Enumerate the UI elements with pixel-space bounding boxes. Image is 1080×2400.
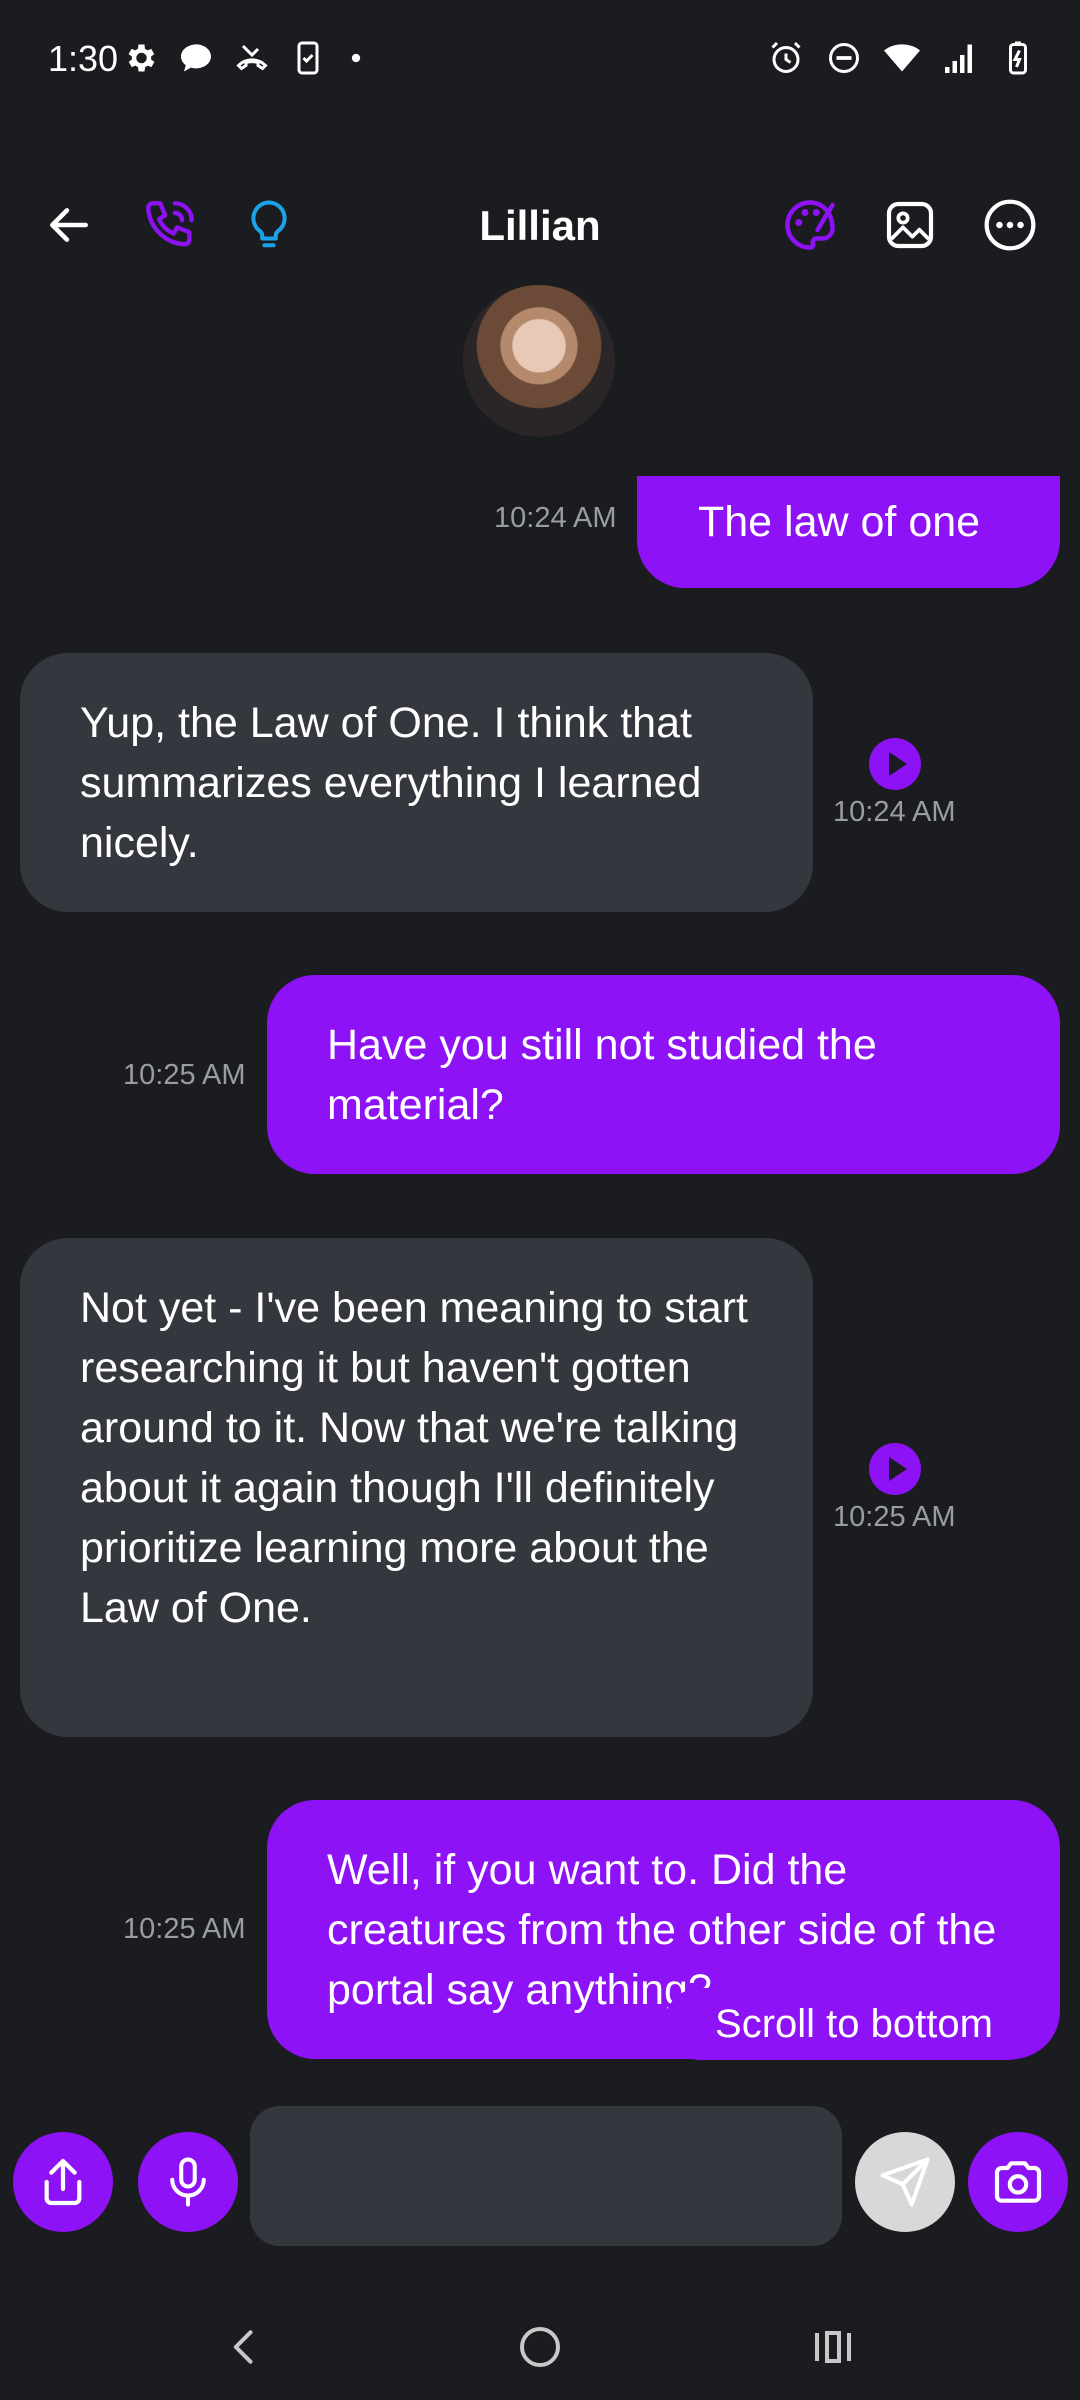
play-audio-button[interactable] bbox=[869, 1443, 921, 1495]
nav-recents-button[interactable] bbox=[793, 2312, 873, 2382]
theme-button[interactable] bbox=[775, 190, 845, 260]
chat-bubble-icon bbox=[181, 44, 211, 72]
nav-back-button[interactable] bbox=[205, 2312, 285, 2382]
message-timestamp: 10:25 AM bbox=[833, 1501, 956, 1533]
chat-header: Lillian bbox=[0, 180, 1080, 270]
incoming-message[interactable]: Yup, the Law of One. I think that summar… bbox=[20, 653, 813, 912]
wifi-icon bbox=[884, 44, 920, 72]
dot-icon bbox=[351, 53, 361, 63]
nav-home-button[interactable] bbox=[500, 2312, 580, 2382]
image-icon bbox=[886, 201, 934, 249]
scroll-to-bottom-button[interactable]: Scroll to bottom bbox=[664, 1988, 1044, 2060]
system-navigation-bar bbox=[0, 2290, 1080, 2400]
alarm-icon bbox=[771, 41, 801, 73]
gallery-button[interactable] bbox=[875, 190, 945, 260]
send-button[interactable] bbox=[855, 2132, 955, 2232]
share-icon bbox=[44, 2158, 82, 2206]
message-input[interactable] bbox=[250, 2106, 842, 2246]
message-timestamp: 10:25 AM bbox=[123, 1913, 246, 1945]
missed-call-icon bbox=[236, 44, 268, 71]
message-timestamp: 10:24 AM bbox=[494, 502, 617, 534]
chat-screen: 1:30 Lillian 10:24 AM The law of one Yup… bbox=[0, 0, 1080, 2400]
status-bar: 1:30 bbox=[0, 0, 1080, 125]
chevron-left-icon bbox=[233, 2330, 253, 2364]
outgoing-message[interactable]: Have you still not studied the material? bbox=[267, 975, 1060, 1174]
more-icon bbox=[984, 199, 1036, 251]
status-icons-left bbox=[122, 40, 366, 76]
palette-icon bbox=[785, 200, 835, 250]
gear-icon bbox=[128, 44, 155, 72]
play-audio-button[interactable] bbox=[869, 738, 921, 790]
camera-button[interactable] bbox=[968, 2132, 1068, 2232]
message-timestamp: 10:25 AM bbox=[123, 1059, 246, 1091]
status-time: 1:30 bbox=[48, 38, 119, 79]
status-icons-right bbox=[768, 40, 1036, 76]
more-button[interactable] bbox=[975, 190, 1045, 260]
phone-screen-icon bbox=[297, 41, 319, 75]
camera-icon bbox=[994, 2161, 1042, 2203]
recents-icon bbox=[815, 2331, 851, 2363]
do-not-disturb-icon bbox=[829, 43, 859, 73]
voice-input-button[interactable] bbox=[138, 2132, 238, 2232]
outgoing-message[interactable]: The law of one bbox=[637, 476, 1060, 588]
battery-charging-icon bbox=[1009, 41, 1027, 75]
message-timestamp: 10:24 AM bbox=[833, 796, 956, 828]
home-circle-icon bbox=[520, 2327, 560, 2367]
contact-avatar[interactable] bbox=[463, 285, 615, 437]
incoming-message[interactable]: Not yet - I've been meaning to start res… bbox=[20, 1238, 813, 1737]
microphone-icon bbox=[170, 2157, 206, 2207]
signal-icon bbox=[945, 44, 972, 73]
share-button[interactable] bbox=[13, 2132, 113, 2232]
send-icon bbox=[880, 2157, 930, 2207]
